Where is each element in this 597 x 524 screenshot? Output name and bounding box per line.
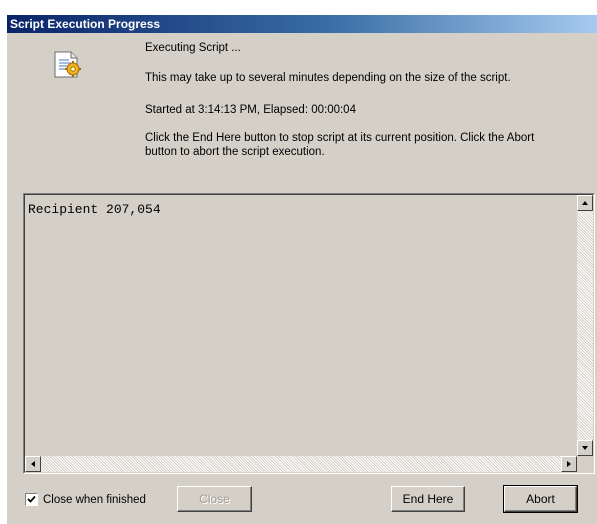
- arrow-up-icon: [582, 201, 588, 205]
- abort-button[interactable]: Abort: [503, 485, 578, 513]
- scroll-up-button[interactable]: [577, 195, 593, 211]
- script-execution-dialog: Script Execution Progress Executing Scri…: [7, 15, 597, 524]
- end-here-button[interactable]: End Here: [391, 486, 465, 512]
- checkbox-box[interactable]: [25, 493, 38, 506]
- instructions-text: Click the End Here button to stop script…: [145, 132, 535, 158]
- duration-note: This may take up to several minutes depe…: [145, 72, 511, 84]
- scroll-right-button[interactable]: [561, 456, 577, 472]
- dialog-title: Script Execution Progress: [7, 15, 597, 33]
- arrow-down-icon: [582, 446, 588, 450]
- scroll-corner: [577, 456, 593, 472]
- script-gear-icon: [51, 48, 83, 80]
- vertical-scrollbar[interactable]: [577, 195, 593, 456]
- script-output-panel[interactable]: Recipient 207,054: [23, 193, 595, 474]
- arrow-left-icon: [31, 461, 35, 467]
- scroll-down-button[interactable]: [577, 440, 593, 456]
- executing-label: Executing Script ...: [145, 42, 241, 54]
- output-text: Recipient 207,054: [28, 202, 161, 217]
- horizontal-scrollbar[interactable]: [25, 456, 577, 472]
- close-when-finished-checkbox[interactable]: Close when finished: [25, 493, 146, 506]
- close-button[interactable]: Close: [177, 486, 252, 512]
- arrow-right-icon: [567, 461, 571, 467]
- status-text: Started at 3:14:13 PM, Elapsed: 00:00:04: [145, 104, 356, 116]
- close-when-finished-label: Close when finished: [43, 493, 146, 506]
- scroll-left-button[interactable]: [25, 456, 41, 472]
- checkmark-icon: [27, 495, 36, 503]
